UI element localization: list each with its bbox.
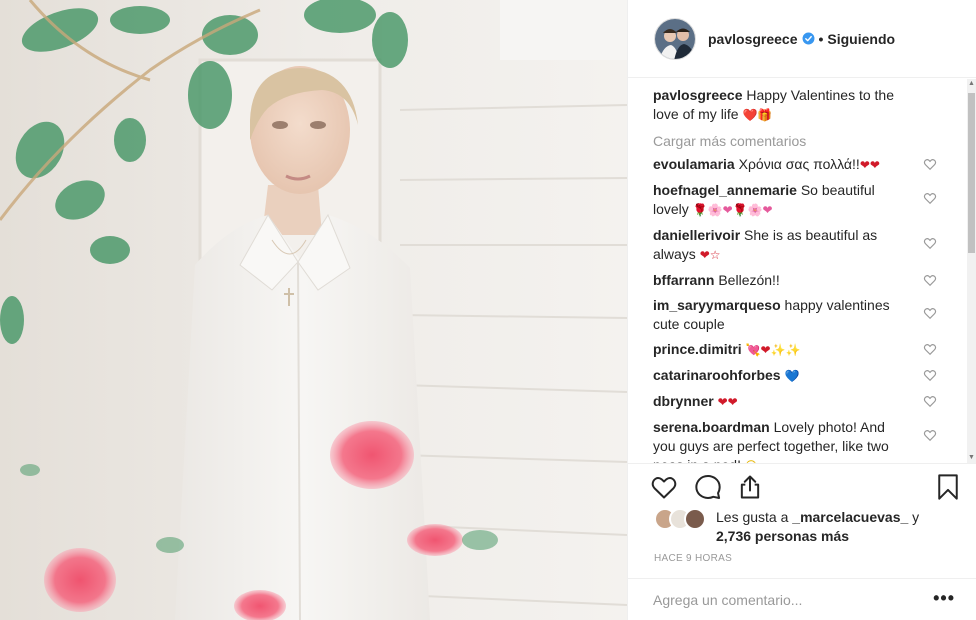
scroll-up-arrow-icon[interactable]: ▲ [967,79,976,89]
comment-text: Bellezón!! [718,272,780,288]
comment-item: bffarrann Bellezón!! [653,271,943,290]
small-heart-icon[interactable] [923,157,937,171]
comment-username[interactable]: prince.dimitri [653,341,742,357]
comment-item: serena.boardman Lovely photo! And you gu… [653,418,943,463]
comment-emoji: ❤❤ [717,395,738,409]
small-heart-icon[interactable] [923,273,937,287]
avatar-photo [655,18,695,59]
small-heart-icon[interactable] [923,306,937,320]
comment-username[interactable]: bffarrann [653,272,714,288]
likers-avatars[interactable] [654,508,706,530]
comments-scrollbar[interactable]: ▲ ▼ [967,79,976,463]
comments-list[interactable]: pavlosgreece Happy Valentines to the lov… [628,86,968,463]
header-separator: • [818,30,824,47]
small-heart-icon[interactable] [923,342,937,356]
comment-emoji: 🌹🌸❤🌹🌸❤ [692,203,773,217]
speech-bubble-icon[interactable] [694,473,722,501]
more-options-icon[interactable]: ••• [933,589,955,607]
comment-username[interactable]: serena.boardman [653,419,770,435]
caption-username[interactable]: pavlosgreece [653,87,743,103]
post-header: pavlosgreece • Siguiendo [628,0,976,78]
add-comment-input[interactable] [653,591,923,608]
comment-username[interactable]: daniellerivoir [653,227,740,243]
author-username[interactable]: pavlosgreece [708,31,798,47]
comment-item: evoulamaria Χρόνια σας πολλά!!❤❤ [653,155,943,175]
bookmark-icon[interactable] [934,473,962,501]
photo-illustration [0,0,627,620]
heart-outline-icon[interactable] [650,473,678,501]
comment-username[interactable]: catarinaroohforbes [653,367,781,383]
likes-prefix: Les gusta a [716,509,789,525]
small-heart-icon[interactable] [923,368,937,382]
add-comment-bar: ••• [628,578,976,620]
comment-username[interactable]: hoefnagel_annemarie [653,182,797,198]
small-heart-icon[interactable] [923,191,937,205]
comment-emoji: ❤❤ [859,158,880,172]
share-icon[interactable] [736,473,764,501]
comment-item: catarinaroohforbes 💙 [653,366,943,386]
likes-count-link[interactable]: 2,736 personas más [716,528,849,544]
caption-emoji: ❤️🎁 [742,108,773,122]
likes-text: Les gusta a _marcelacuevas_ y 2,736 pers… [716,508,956,546]
comment-emoji: 💘❤✨✨ [745,343,801,357]
small-heart-icon[interactable] [923,428,937,442]
verified-badge-icon [802,32,815,45]
author-avatar[interactable] [654,17,696,60]
small-heart-icon[interactable] [923,236,937,250]
likes-and: y [912,509,920,525]
comment-username[interactable]: evoulamaria [653,156,735,172]
comment-emoji: ❤☆ [699,248,721,262]
comment-item: prince.dimitri 💘❤✨✨ [653,340,943,360]
likes-summary: Les gusta a _marcelacuevas_ y 2,736 pers… [654,508,956,546]
scroll-down-arrow-icon[interactable]: ▼ [967,453,976,463]
comment-item: dbrynner ❤❤ [653,392,943,412]
post-side-panel: pavlosgreece • Siguiendo pavlosgreece Ha… [627,0,976,620]
post-action-bar [628,463,976,508]
load-more-comments-button[interactable]: Cargar más comentarios [653,133,962,149]
comment-username[interactable]: im_saryymarqueso [653,297,781,313]
comment-item: daniellerivoir She is as beautiful as al… [653,226,943,265]
post-photo[interactable] [0,0,627,620]
comment-emoji: 💙 [784,369,800,383]
small-heart-icon[interactable] [923,394,937,408]
comment-item: im_saryymarqueso happy valentines cute c… [653,296,943,334]
liker-avatar [684,508,706,530]
following-button[interactable]: Siguiendo [827,31,895,47]
scroll-thumb[interactable] [968,93,975,253]
post-timestamp[interactable]: HACE 9 HORAS [654,553,732,564]
comment-text: Χρόνια σας πολλά!! [738,156,860,172]
post-caption: pavlosgreece Happy Valentines to the lov… [653,86,921,125]
likes-user-link[interactable]: _marcelacuevas_ [792,509,908,525]
comment-username[interactable]: dbrynner [653,393,714,409]
comment-item: hoefnagel_annemarie So beautiful lovely … [653,181,943,220]
